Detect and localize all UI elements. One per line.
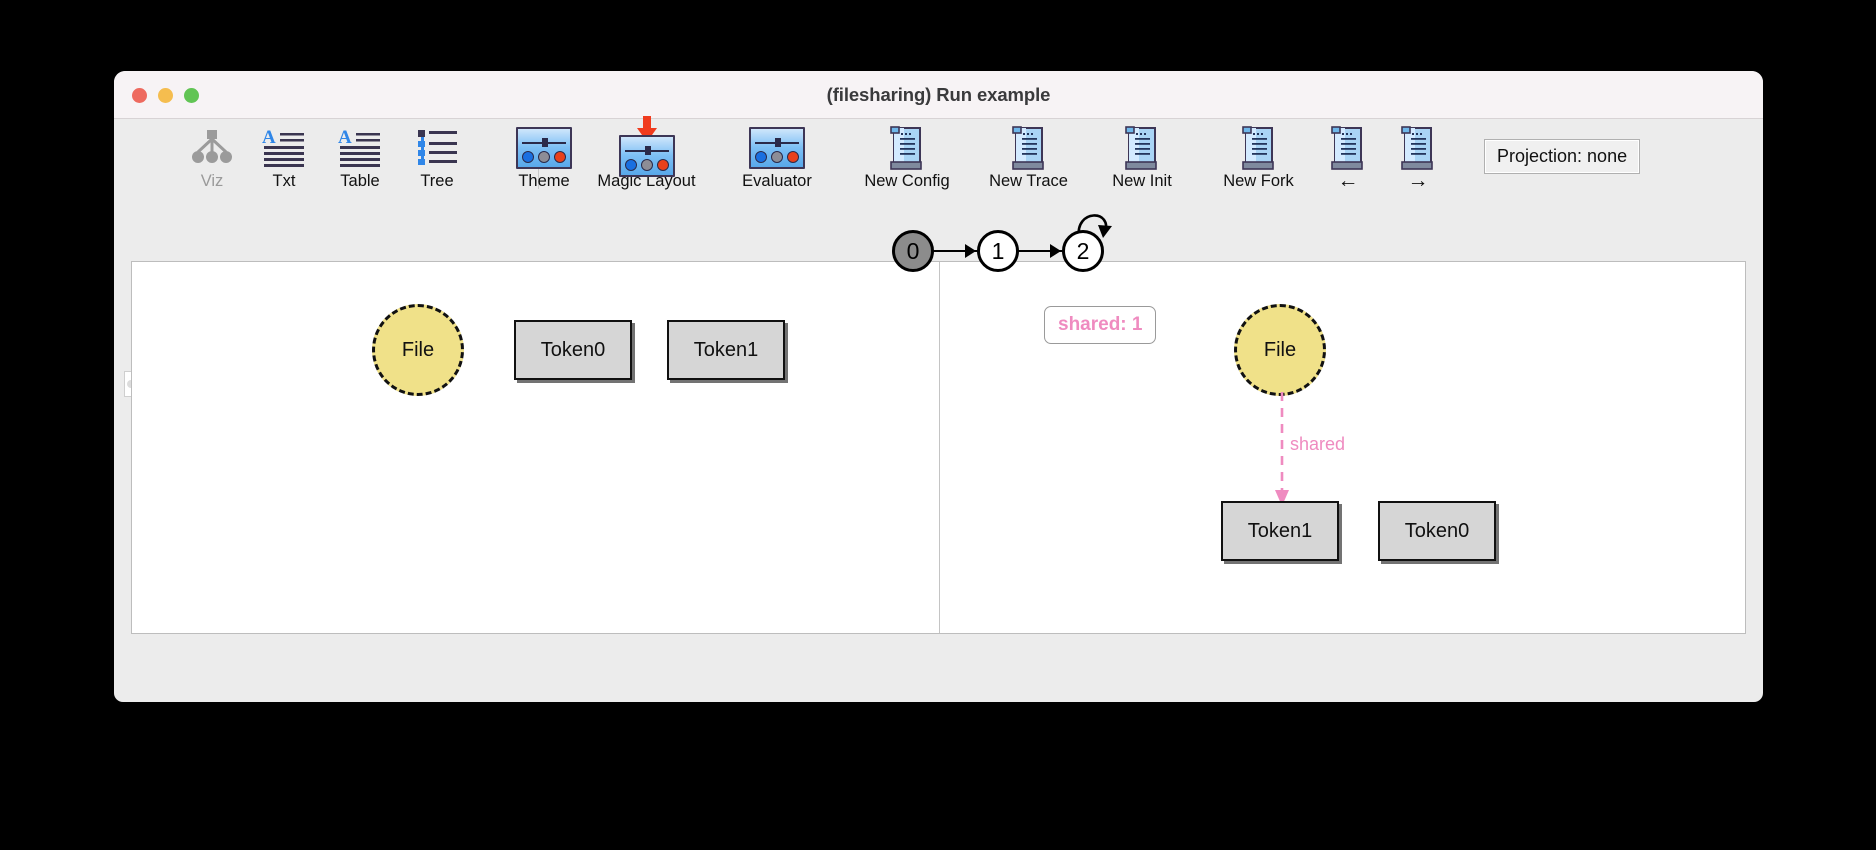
atom-label: Token0	[1404, 519, 1470, 542]
atom-token0-left[interactable]: Token0	[514, 320, 632, 380]
toolbar-label-evaluator: Evaluator	[742, 172, 812, 190]
trace-edge-head-1-2	[1050, 244, 1061, 258]
instance-panel-right[interactable]: shared: 1 File shared Token1 Token0	[940, 262, 1745, 633]
toolbar-button-tree[interactable]: Tree	[389, 125, 485, 191]
scroll-icon	[1312, 125, 1384, 171]
toolbar-button-evaluator[interactable]: Evaluator	[722, 125, 832, 191]
toolbar-label-new-trace: New Trace	[989, 172, 1068, 190]
instance-panels: File Token0 Token1 shared: 1 File shared…	[131, 261, 1746, 634]
toolbar-button-new-init[interactable]: New Init	[1087, 125, 1197, 191]
toolbar-label-new-fork: New Fork	[1223, 172, 1294, 190]
scroll-icon	[1087, 125, 1197, 171]
relation-label-shared: shared	[1290, 434, 1346, 454]
toolbar-button-next[interactable]: →	[1382, 125, 1454, 192]
atom-file-right[interactable]: File	[1234, 304, 1326, 396]
atom-label: Token1	[1247, 519, 1313, 542]
trace-node-label: 0	[906, 237, 920, 264]
projection-label: Projection: none	[1497, 146, 1628, 166]
atom-token1-right[interactable]: Token1	[1221, 501, 1339, 561]
scroll-icon	[842, 125, 972, 171]
toolbar-button-theme[interactable]: Theme	[496, 125, 592, 191]
trace-node-label: 1	[991, 237, 1005, 264]
atom-label: File	[1263, 338, 1297, 361]
svg-text:A: A	[338, 128, 352, 148]
toolbar-button-new-trace[interactable]: New Trace	[966, 125, 1091, 191]
trace-node-label: 2	[1076, 237, 1090, 264]
toolbar: Viz A Txt A Table Tree Theme Magic Layou…	[114, 116, 1763, 207]
atom-label: File	[401, 338, 435, 361]
scroll-icon	[1382, 125, 1454, 171]
window-title: (filesharing) Run example	[826, 84, 1051, 105]
app-window: (filesharing) Run example Viz A Txt A Ta…	[114, 71, 1763, 702]
toolbar-label-next: →	[1407, 169, 1429, 192]
atom-token1-left[interactable]: Token1	[667, 320, 785, 380]
instance-panel-left[interactable]: File Token0 Token1	[132, 262, 939, 633]
sliders-icon	[722, 125, 832, 171]
legend-label: shared: 1	[1058, 314, 1143, 335]
toolbar-button-magic-layout[interactable]: Magic Layout	[584, 116, 709, 191]
toolbar-label-new-config: New Config	[864, 172, 950, 190]
toolbar-button-prev[interactable]: ←	[1312, 125, 1384, 192]
atom-file-left[interactable]: File	[372, 304, 464, 396]
toolbar-label-prev: ←	[1337, 169, 1359, 192]
atom-label: Token1	[693, 338, 759, 361]
svg-text:A: A	[262, 128, 276, 148]
atom-token0-right[interactable]: Token0	[1378, 501, 1496, 561]
toolbar-label-tree: Tree	[420, 172, 454, 190]
projection-selector[interactable]: Projection: none	[1484, 139, 1641, 174]
title-bar: (filesharing) Run example	[114, 71, 1763, 119]
legend-chip-shared[interactable]: shared: 1	[1044, 306, 1157, 344]
trace-node-0[interactable]: 0	[892, 230, 934, 272]
trace-node-1[interactable]: 1	[977, 230, 1019, 272]
scroll-icon	[1201, 125, 1316, 171]
scroll-icon	[966, 125, 1091, 171]
trace-edge-head-0-1	[965, 244, 976, 258]
sliders-download-icon	[584, 116, 709, 177]
toolbar-label-theme: Theme	[518, 172, 570, 190]
toolbar-button-new-fork[interactable]: New Fork	[1201, 125, 1316, 191]
tree-list-icon	[389, 125, 485, 171]
trace-node-2[interactable]: 2	[1062, 230, 1104, 272]
toolbar-button-new-config[interactable]: New Config	[842, 125, 972, 191]
sliders-icon	[496, 125, 592, 171]
atom-label: Token0	[540, 338, 606, 361]
toolbar-label-new-init: New Init	[1112, 172, 1172, 190]
